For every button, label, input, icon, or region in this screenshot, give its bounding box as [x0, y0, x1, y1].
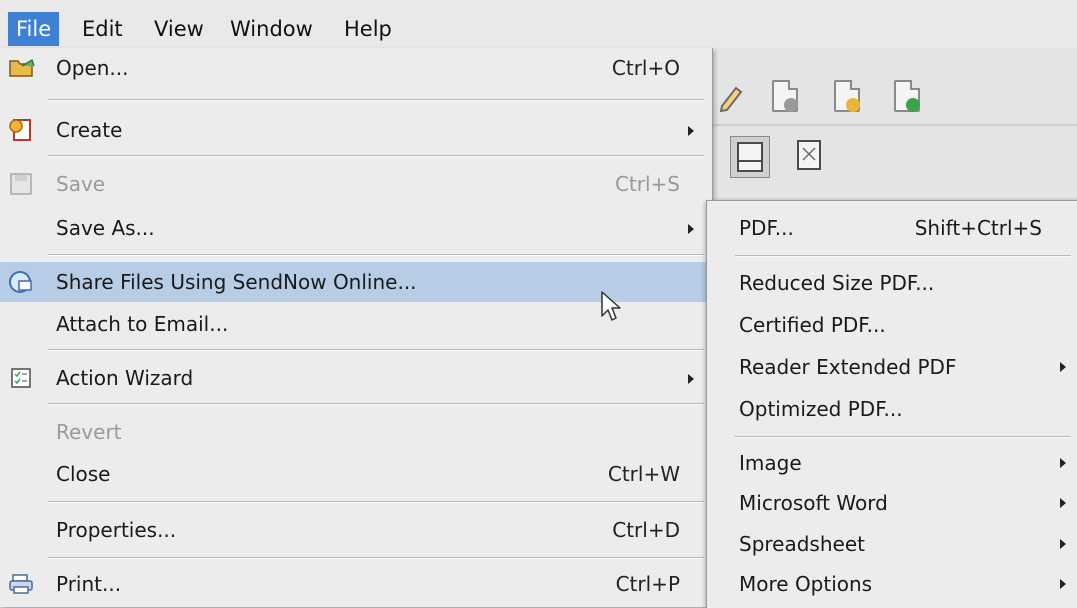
menu-item-open[interactable]: Open... Ctrl+O	[0, 48, 712, 88]
submenu-item-label: More Options	[739, 572, 873, 596]
menu-edit[interactable]: Edit	[74, 12, 131, 46]
submenu-item-label: PDF...	[739, 216, 794, 240]
menu-item-label: Create	[56, 118, 123, 142]
submenu-item-label: Reduced Size PDF...	[739, 271, 935, 295]
menu-item-shortcut: Ctrl+P	[615, 572, 680, 596]
open-folder-icon	[8, 56, 36, 80]
menu-item-shortcut: Ctrl+O	[611, 56, 680, 80]
submenu-item-image[interactable]: Image	[707, 443, 1077, 483]
menu-item-shortcut: Ctrl+S	[614, 172, 680, 196]
menu-item-shortcut: Ctrl+D	[612, 518, 680, 542]
submenu-item-label: Image	[739, 451, 802, 475]
menu-item-label: Attach to Email...	[56, 312, 229, 336]
submenu-item-label: Microsoft Word	[739, 491, 888, 515]
submenu-arrow-icon	[1060, 579, 1066, 589]
submenu-arrow-icon	[688, 126, 694, 136]
edit-icon[interactable]	[716, 80, 746, 114]
submenu-item-microsoft-word[interactable]: Microsoft Word	[707, 483, 1077, 523]
document-export-icon[interactable]	[830, 78, 860, 112]
page-fit-icon[interactable]	[794, 138, 824, 172]
submenu-arrow-icon	[688, 374, 694, 384]
save-as-submenu: PDF... Shift+Ctrl+S Reduced Size PDF... …	[706, 200, 1077, 608]
menu-item-label: Share Files Using SendNow Online...	[56, 270, 417, 294]
menu-item-save[interactable]: Save Ctrl+S	[0, 164, 712, 204]
menu-item-save-as[interactable]: Save As...	[0, 208, 712, 248]
submenu-item-label: Spreadsheet	[739, 532, 865, 556]
submenu-item-more-options[interactable]: More Options	[707, 564, 1077, 604]
submenu-arrow-icon	[688, 224, 694, 234]
submenu-item-shortcut: Shift+Ctrl+S	[914, 216, 1042, 240]
action-wizard-icon	[8, 366, 36, 390]
menu-view[interactable]: View	[146, 12, 212, 46]
printer-icon	[8, 572, 36, 596]
menu-item-action-wizard[interactable]: Action Wizard	[0, 358, 712, 398]
menu-item-create[interactable]: Create	[0, 110, 712, 150]
menu-item-shortcut: Ctrl+W	[607, 462, 680, 486]
submenu-item-label: Optimized PDF...	[739, 397, 903, 421]
menu-file[interactable]: File	[8, 12, 60, 46]
menu-window[interactable]: Window	[222, 12, 321, 46]
create-pdf-icon	[8, 118, 36, 142]
submenu-item-optimized-pdf[interactable]: Optimized PDF...	[707, 389, 1077, 429]
submenu-item-certified-pdf[interactable]: Certified PDF...	[707, 305, 1077, 345]
submenu-arrow-icon	[1060, 498, 1066, 508]
document-delete-icon[interactable]	[768, 78, 798, 112]
toolbar	[712, 48, 1077, 198]
submenu-arrow-icon	[1060, 539, 1066, 549]
share-icon	[8, 270, 36, 294]
submenu-item-spreadsheet[interactable]: Spreadsheet	[707, 524, 1077, 564]
file-menu: Open... Ctrl+O Create Save Ctrl+S Save A…	[0, 48, 713, 607]
submenu-item-reader-extended-pdf[interactable]: Reader Extended PDF	[707, 347, 1077, 387]
menu-item-revert[interactable]: Revert	[0, 412, 712, 452]
save-icon	[8, 172, 36, 196]
menu-item-label: Properties...	[56, 518, 177, 542]
menu-item-label: Action Wizard	[56, 366, 194, 390]
menu-item-label: Save	[56, 172, 106, 196]
submenu-arrow-icon	[1060, 458, 1066, 468]
menu-help[interactable]: Help	[336, 12, 400, 46]
submenu-item-pdf[interactable]: PDF... Shift+Ctrl+S	[707, 208, 1077, 248]
mouse-cursor-icon	[600, 290, 624, 326]
document-download-icon[interactable]	[890, 78, 920, 112]
submenu-item-label: Certified PDF...	[739, 313, 886, 337]
menu-item-label: Save As...	[56, 216, 155, 240]
menu-item-print[interactable]: Print... Ctrl+P	[0, 564, 712, 604]
menu-item-properties[interactable]: Properties... Ctrl+D	[0, 510, 712, 550]
submenu-item-reduced-size-pdf[interactable]: Reduced Size PDF...	[707, 263, 1077, 303]
menu-item-label: Revert	[56, 420, 122, 444]
menu-item-label: Close	[56, 462, 111, 486]
save-page-icon[interactable]	[730, 136, 770, 178]
menu-item-label: Open...	[56, 56, 129, 80]
menu-item-label: Print...	[56, 572, 122, 596]
submenu-arrow-icon	[1060, 362, 1066, 372]
menu-bar: File Edit View Window Help	[0, 0, 1077, 49]
menu-item-close[interactable]: Close Ctrl+W	[0, 454, 712, 494]
submenu-item-label: Reader Extended PDF	[739, 355, 957, 379]
